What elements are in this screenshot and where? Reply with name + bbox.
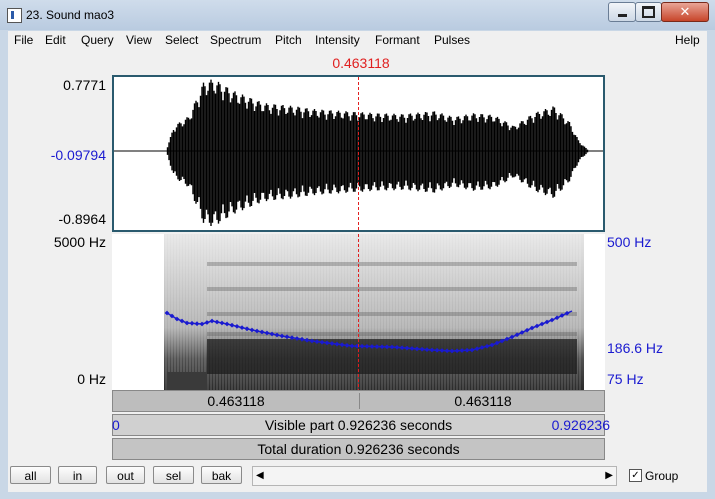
left-segment-time[interactable]: 0.463118 <box>113 393 359 409</box>
spectrogram-panel[interactable] <box>112 234 605 390</box>
menu-edit[interactable]: Edit <box>45 33 66 47</box>
visible-part-text: Visible part 0.926236 seconds <box>264 417 453 433</box>
maximize-button[interactable] <box>635 2 662 22</box>
menu-pulses[interactable]: Pulses <box>434 33 470 47</box>
menu-view[interactable]: View <box>126 33 152 47</box>
scroll-left-icon[interactable]: ◀ <box>256 470 264 481</box>
zoom-all-button[interactable]: all <box>10 466 51 484</box>
menu-help[interactable]: Help <box>675 33 700 47</box>
waveform-plot <box>114 77 603 230</box>
close-icon: ✕ <box>679 4 691 20</box>
menu-file[interactable]: File <box>14 33 33 47</box>
spectrogram-top-label: 5000 Hz <box>53 234 106 250</box>
menu-select[interactable]: Select <box>165 33 198 47</box>
cursor-time-label: 0.463118 <box>332 55 390 71</box>
onset-noise <box>167 372 207 390</box>
checkmark-icon: ✓ <box>631 470 640 481</box>
menu-query[interactable]: Query <box>81 33 114 47</box>
menu-spectrum[interactable]: Spectrum <box>210 33 261 47</box>
zoom-out-button[interactable]: out <box>106 466 145 484</box>
sound-editor-area: 0.463118 0.7771 -0.09794 -0.8964 5000 Hz… <box>8 49 707 460</box>
low-frequency-band <box>207 339 577 374</box>
visible-part-bar[interactable]: 0 Visible part 0.926236 seconds 0.926236 <box>112 414 610 436</box>
waveform-max-label: 0.7771 <box>63 77 106 93</box>
waveform-min-label: -0.8964 <box>58 211 106 227</box>
window-title: 23. Sound mao3 <box>26 8 115 22</box>
total-duration-text: Total duration 0.926236 seconds <box>257 441 460 457</box>
right-segment-time[interactable]: 0.463118 <box>359 393 606 409</box>
spectrogram-bottom-label: 0 Hz <box>77 371 106 387</box>
pitch-value-label: 186.6 Hz <box>607 340 664 356</box>
zoom-selection-button[interactable]: sel <box>153 466 194 484</box>
zoom-in-button[interactable]: in <box>58 466 97 484</box>
praat-app-icon <box>7 8 22 23</box>
minimize-icon <box>617 13 627 17</box>
bottom-toolbar: all in out sel bak ◀ ▶ ✓ Group <box>8 460 707 492</box>
total-duration-bar[interactable]: Total duration 0.926236 seconds <box>112 438 605 460</box>
visible-end-time: 0.926236 <box>551 417 610 433</box>
selection-time-bar[interactable]: 0.463118 0.463118 <box>112 390 605 412</box>
spectrogram-plot <box>164 234 584 390</box>
menu-intensity[interactable]: Intensity <box>315 33 360 47</box>
pitch-bottom-label: 75 Hz <box>607 371 644 387</box>
waveform-panel[interactable] <box>112 75 605 232</box>
zoom-back-button[interactable]: bak <box>201 466 242 484</box>
menu-pitch[interactable]: Pitch <box>275 33 302 47</box>
scroll-right-icon[interactable]: ▶ <box>605 470 613 481</box>
minimize-button[interactable] <box>608 2 636 22</box>
waveform-trace <box>166 79 589 226</box>
menu-bar: File Edit Query View Select Spectrum Pit… <box>8 31 707 49</box>
time-scrollbar[interactable]: ◀ ▶ <box>252 466 617 486</box>
menu-formant[interactable]: Formant <box>375 33 420 47</box>
waveform-value-label: -0.09794 <box>50 147 106 163</box>
pitch-top-label: 500 Hz <box>607 234 652 250</box>
close-button[interactable]: ✕ <box>661 2 709 22</box>
group-label: Group <box>645 469 679 483</box>
maximize-icon <box>642 6 655 18</box>
title-bar[interactable]: 23. Sound mao3 ✕ <box>0 0 715 30</box>
group-checkbox[interactable]: ✓ <box>629 469 642 482</box>
